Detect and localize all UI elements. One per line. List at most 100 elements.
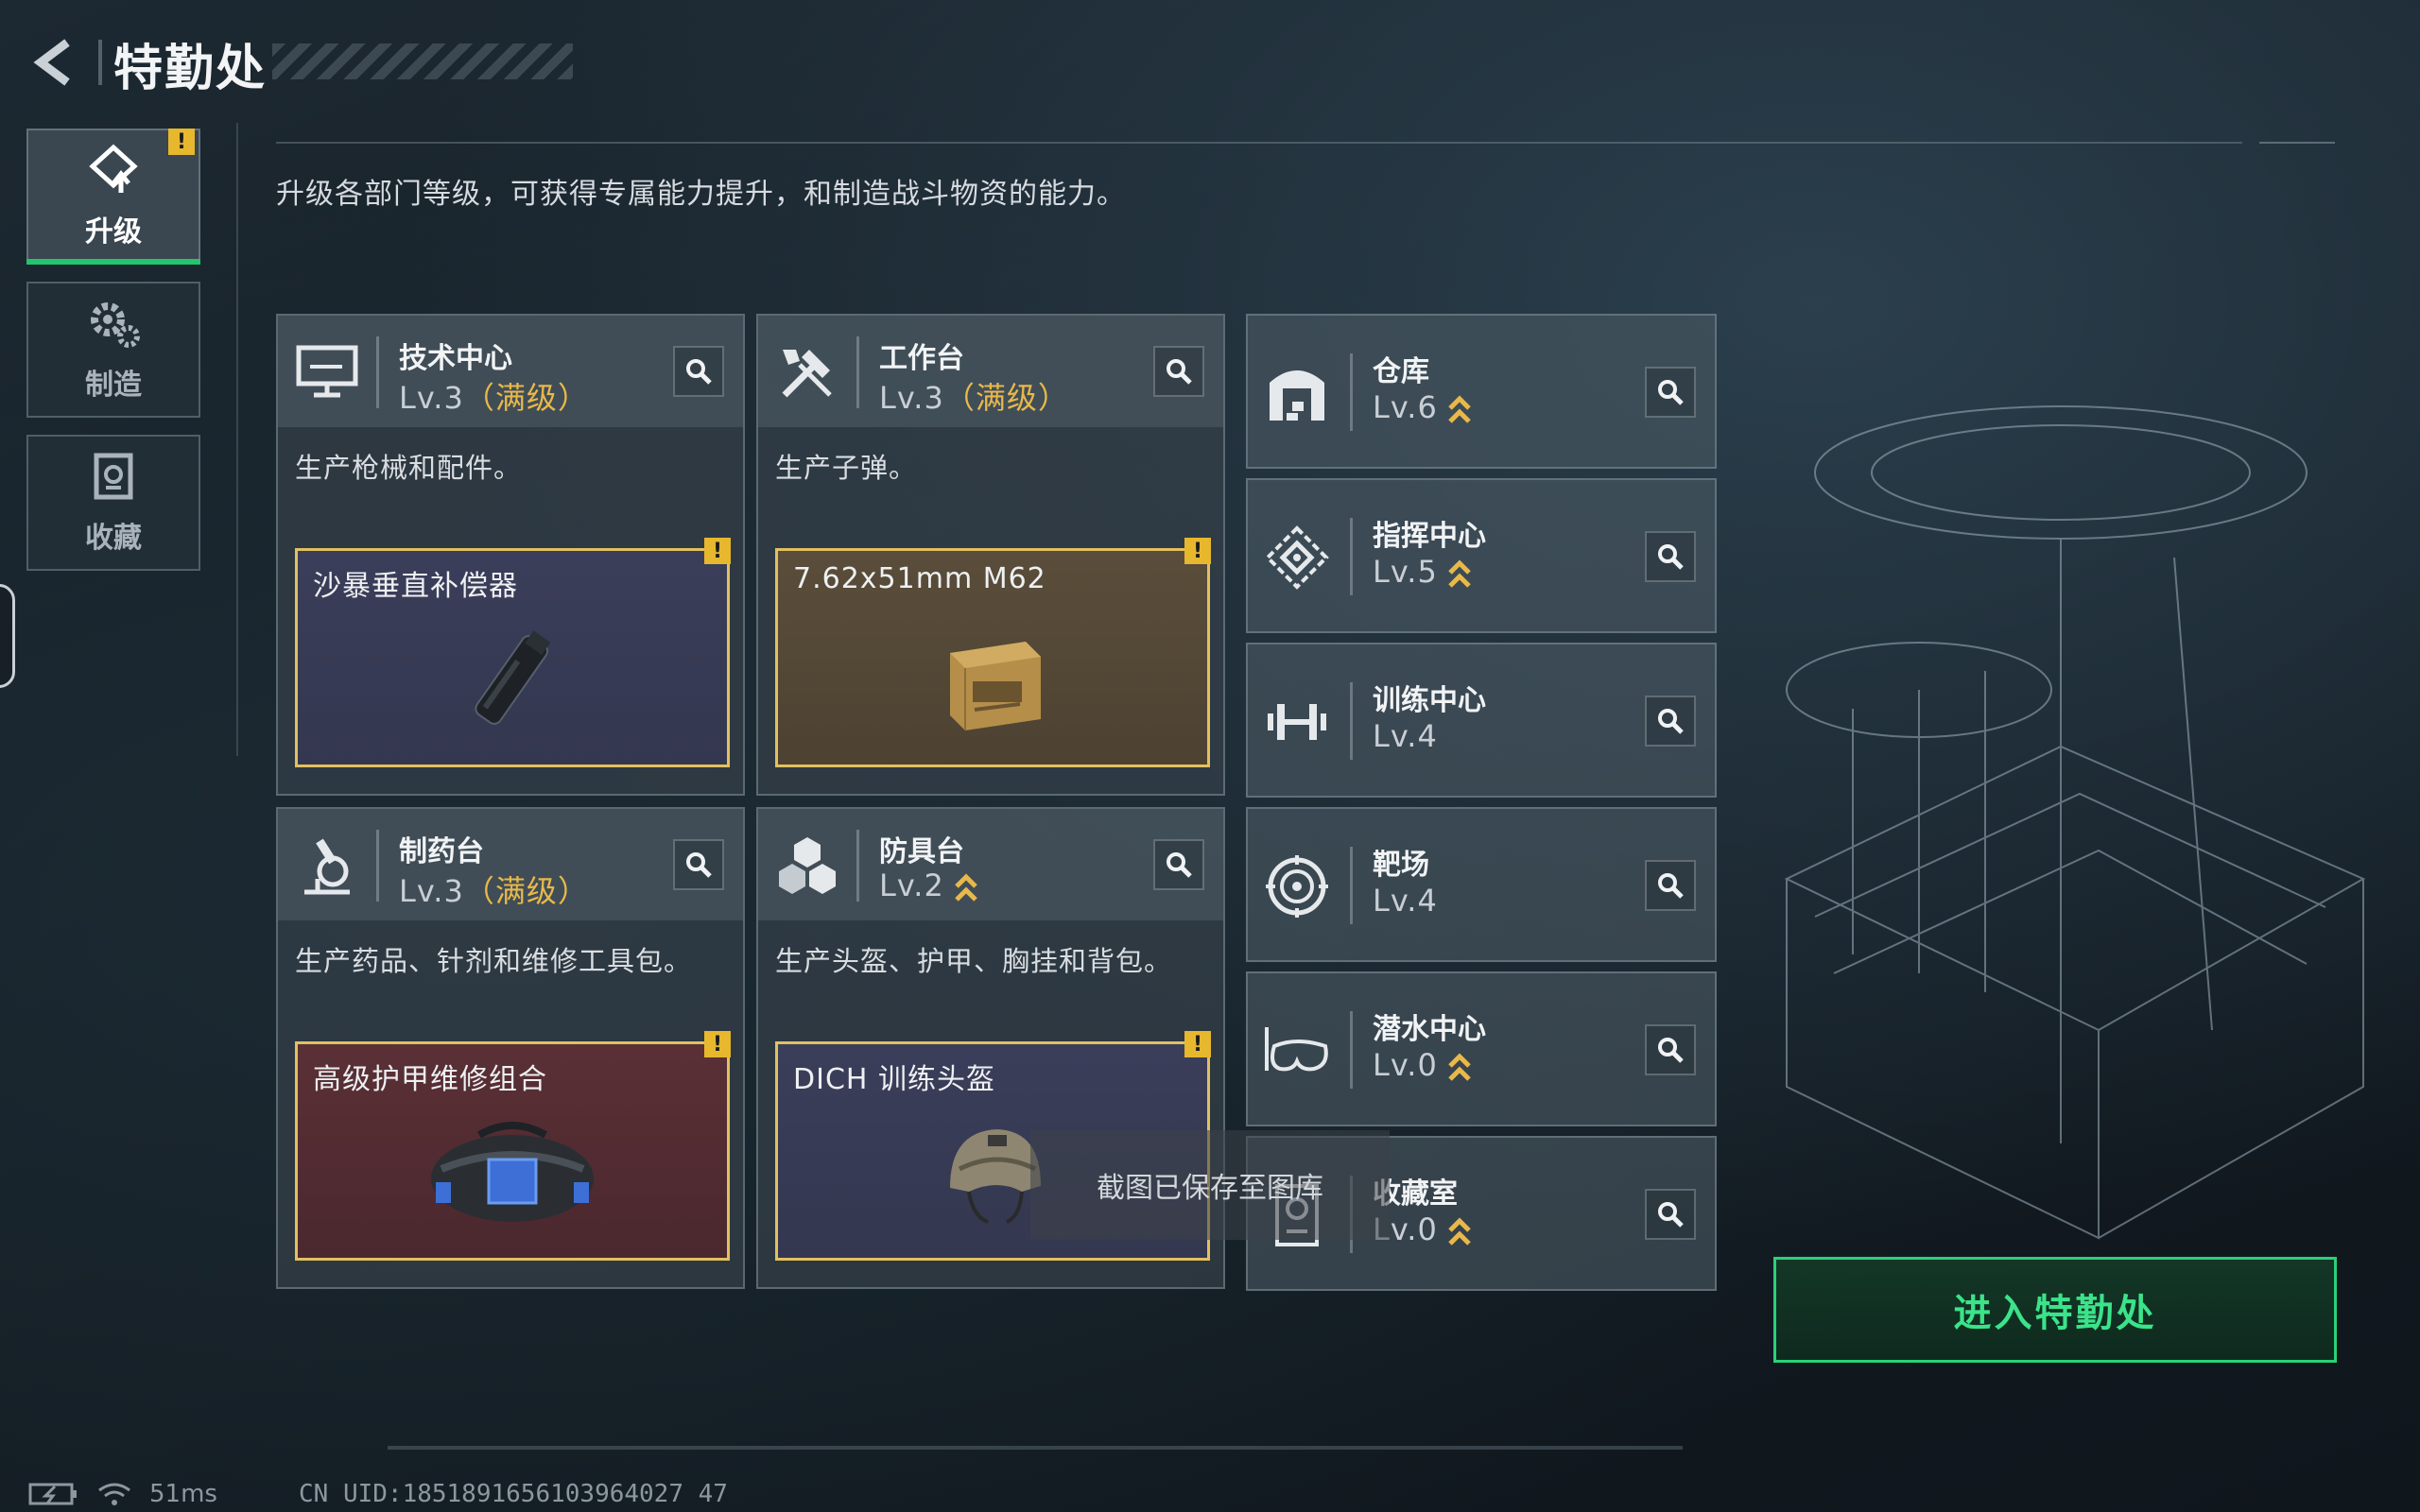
craft-item-slot[interactable]: 高级护甲维修组合 ! [295, 1031, 731, 1261]
battery-charging-icon [28, 1483, 77, 1505]
diving-mask-icon [1261, 1015, 1333, 1087]
inspect-button[interactable] [1645, 860, 1696, 911]
dumbbell-icon [1261, 686, 1333, 758]
inspect-button[interactable] [1153, 839, 1204, 890]
compensator-image [298, 604, 727, 757]
card-title: 技术中心 [399, 342, 512, 375]
row-separator [1350, 518, 1353, 595]
search-icon [1658, 380, 1684, 405]
tab-upgrade-label: 升级 [85, 215, 142, 249]
room-warehouse[interactable]: 仓库 Lv.6 [1246, 314, 1717, 469]
header-divider [98, 40, 102, 85]
tab-collection[interactable]: 收藏 [26, 435, 200, 571]
microscope-icon [291, 830, 363, 902]
card-level: Lv.3（满级） [399, 873, 589, 909]
craft-item-slot[interactable]: 7.62x51mm M62 ! [775, 538, 1211, 767]
search-icon [686, 359, 712, 385]
top-divider-right [2259, 142, 2335, 144]
card-level: Lv.2 [879, 868, 978, 903]
status-bar: 51ms [28, 1480, 217, 1508]
room-shooting-range[interactable]: 靶场 Lv.4 [1246, 807, 1717, 962]
card-title: 工作台 [879, 342, 964, 375]
back-button[interactable] [26, 34, 83, 91]
inspect-button[interactable] [673, 346, 724, 397]
room-level: Lv.6 [1373, 389, 1472, 425]
inspect-button[interactable] [1645, 696, 1696, 747]
room-diving-center[interactable]: 潜水中心 Lv.0 [1246, 971, 1717, 1126]
inspect-button[interactable] [1153, 346, 1204, 397]
wifi-icon [98, 1483, 130, 1505]
inspect-button[interactable] [1645, 531, 1696, 582]
tab-craft[interactable]: 制造 [26, 282, 200, 418]
room-level: Lv.4 [1373, 718, 1438, 754]
title-decoration [272, 43, 573, 79]
collection-icon [94, 453, 133, 500]
upgrade-available-icon [1448, 559, 1471, 588]
room-level: Lv.5 [1373, 554, 1472, 590]
row-separator [1350, 353, 1353, 431]
page-title: 特勤处 [113, 41, 268, 97]
repair-kit-bag-image [298, 1097, 727, 1250]
tab-upgrade[interactable]: 升级 ! [26, 129, 200, 265]
search-icon [1658, 873, 1684, 899]
command-icon [1261, 522, 1333, 593]
card-separator [856, 830, 859, 902]
monitor-icon [291, 336, 363, 408]
inspect-button[interactable] [1645, 1189, 1696, 1240]
upgrade-available-icon [1448, 1217, 1471, 1246]
upgrade-available-icon [1448, 1053, 1471, 1081]
craft-item-name: 7.62x51mm M62 [793, 562, 1046, 595]
top-divider [276, 142, 2242, 144]
target-icon [1261, 850, 1333, 922]
card-separator [376, 336, 379, 408]
card-description: 生产药品、针剂和维修工具包。 [295, 945, 693, 977]
bottom-divider [388, 1446, 1683, 1450]
room-name: 仓库 [1373, 355, 1429, 388]
room-level: Lv.0 [1373, 1047, 1472, 1083]
room-name: 训练中心 [1373, 684, 1486, 717]
ping-value: 51ms [149, 1480, 217, 1508]
card-level: Lv.3（满级） [399, 380, 589, 416]
inspect-button[interactable] [1645, 367, 1696, 418]
upgrade-available-icon [1448, 395, 1471, 423]
item-alert-badge: ! [1184, 538, 1211, 564]
card-tech-center[interactable]: 技术中心 Lv.3（满级） 生产枪械和配件。 沙暴垂直补偿器 ! [276, 314, 745, 796]
craft-item-name: 高级护甲维修组合 [313, 1063, 547, 1096]
warehouse-icon [1261, 357, 1333, 429]
left-divider [236, 123, 238, 756]
room-command-center[interactable]: 指挥中心 Lv.5 [1246, 478, 1717, 633]
room-name: 指挥中心 [1373, 520, 1486, 553]
card-title: 制药台 [399, 835, 484, 868]
row-separator [1350, 1011, 1353, 1089]
tab-upgrade-alert-badge: ! [168, 129, 195, 155]
upgrade-available-icon [955, 873, 977, 902]
card-workbench[interactable]: 工作台 Lv.3（满级） 生产子弹。 7.62x51mm M62 ! [756, 314, 1225, 796]
card-separator [376, 830, 379, 902]
tab-craft-label: 制造 [85, 369, 142, 402]
inspect-button[interactable] [1645, 1024, 1696, 1075]
craft-item-slot[interactable]: 沙暴垂直补偿器 ! [295, 538, 731, 767]
card-description: 生产子弹。 [775, 452, 918, 484]
tools-icon [771, 336, 843, 408]
room-level: Lv.4 [1373, 883, 1438, 919]
craft-item-name: DICH 训练头盔 [793, 1063, 995, 1096]
search-icon [1167, 852, 1192, 878]
search-icon [1658, 709, 1684, 734]
enter-special-ops-button[interactable]: 进入特勤处 [1773, 1257, 2337, 1363]
item-alert-badge: ! [1184, 1031, 1211, 1057]
room-training-center[interactable]: 训练中心 Lv.4 [1246, 643, 1717, 798]
search-icon [1658, 544, 1684, 570]
craft-item-name: 沙暴垂直补偿器 [313, 570, 518, 603]
card-pharmacy[interactable]: 制药台 Lv.3（满级） 生产药品、针剂和维修工具包。 高级护甲维修组合 ! [276, 807, 745, 1289]
card-separator [856, 336, 859, 408]
search-icon [686, 852, 712, 878]
upgrade-icon [89, 144, 138, 193]
search-icon [1658, 1202, 1684, 1228]
search-icon [1167, 359, 1192, 385]
screenshot-saved-toast: 截图已保存至图库 [1030, 1130, 1390, 1240]
gears-icon [91, 302, 140, 348]
inspect-button[interactable] [673, 839, 724, 890]
search-icon [1658, 1038, 1684, 1063]
card-level: Lv.3（满级） [879, 380, 1069, 416]
side-drawer-handle[interactable] [0, 584, 15, 688]
